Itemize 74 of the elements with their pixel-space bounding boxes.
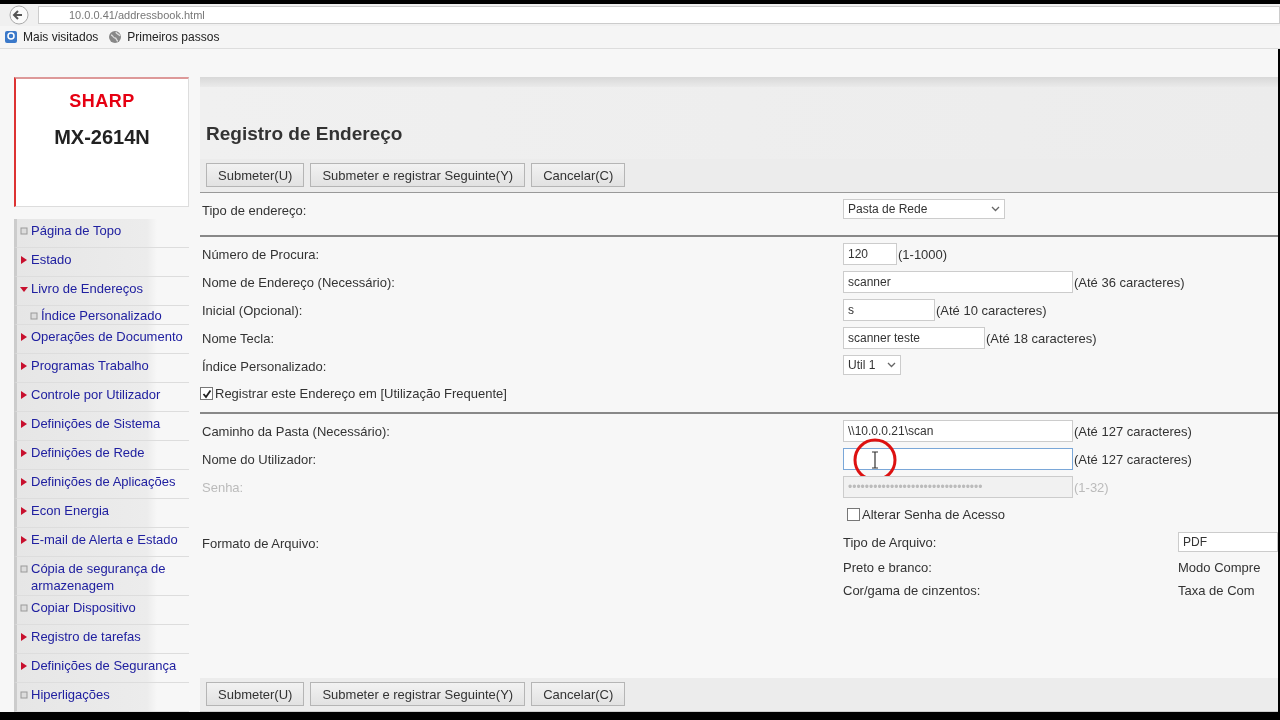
sidebar-item[interactable]: Livro de Endereços — [14, 277, 189, 307]
sidebar-item[interactable]: Página de Topo — [14, 219, 189, 249]
field-label: Nome Tecla: — [201, 330, 275, 348]
bookmark-icon — [4, 30, 18, 44]
field-hint: (Até 127 caracteres) — [1074, 451, 1192, 467]
field-label: Preto e branco: — [843, 560, 933, 575]
address-bar[interactable]: 10.0.0.41/addressbook.html — [38, 6, 1280, 24]
field-label: Inicial (Opcional): — [201, 302, 304, 320]
sidebar-item[interactable]: Programas Trabalho — [14, 354, 189, 384]
input-field[interactable]: 120 — [843, 243, 897, 265]
sidebar-item[interactable]: Definições de Sistema — [14, 412, 189, 442]
field-label: Caminho da Pasta (Necessário): — [201, 423, 391, 441]
field-label: Nome de Endereço (Necessário): — [201, 274, 396, 292]
bookmark-link[interactable]: Primeiros passos — [108, 30, 220, 44]
dropdown[interactable]: Pasta de Rede — [843, 199, 1005, 219]
back-button[interactable] — [8, 5, 30, 25]
sidebar-item[interactable]: Operações de Documento — [14, 325, 189, 355]
sidebar-item[interactable]: Definições de Rede — [14, 441, 189, 471]
globe-icon — [108, 30, 123, 44]
input-field[interactable]: scanner — [843, 271, 1073, 293]
input-field[interactable] — [843, 448, 1073, 470]
field-label: Índice Personalizado: — [201, 358, 328, 376]
field-label: Tipo de Arquivo: — [843, 534, 938, 550]
checkbox[interactable] — [847, 508, 860, 521]
sidebar-item[interactable]: Definições de Segurança — [14, 654, 189, 683]
checkbox[interactable] — [200, 387, 213, 400]
page-title: Registro de Endereço — [206, 123, 404, 145]
brand-logo: SHARP — [69, 91, 135, 112]
bookmark-link[interactable]: Mais visitados — [4, 30, 99, 44]
dropdown[interactable]: PDF — [1178, 532, 1278, 552]
field-hint: (Até 127 caracteres) — [1074, 423, 1192, 439]
sidebar-item[interactable]: Cópia de segurança de armazenagem — [14, 557, 189, 596]
square-bullet-icon — [20, 691, 28, 699]
checkbox-label: Registrar este Endereço em [Utilização Frequente] — [215, 386, 507, 401]
input-field[interactable]: scanner teste — [843, 327, 985, 349]
square-bullet-icon — [20, 227, 28, 236]
dropdown[interactable]: Util 1 — [843, 355, 901, 375]
form-button[interactable]: Cancelar(C) — [531, 682, 626, 706]
input-field[interactable]: \\10.0.0.21\scan — [843, 420, 1073, 442]
form-button[interactable]: Submeter e registrar Seguinte(Y) — [310, 682, 526, 706]
field-label: Senha: — [201, 479, 245, 497]
sidebar-item[interactable]: Copiar Dispositivo — [14, 596, 189, 625]
chevron-down-icon — [887, 362, 896, 368]
field-label: Nome do Utilizador: — [201, 451, 318, 469]
field-hint: (Até 10 caracteres) — [936, 302, 1047, 318]
field-label: Número de Procura: — [201, 246, 321, 264]
field-label: Formato de Arquivo: — [201, 535, 321, 553]
sidebar-item[interactable]: Índice Personalizado — [14, 306, 189, 326]
field-label: Tipo de endereço: — [201, 202, 308, 220]
form-button[interactable]: Submeter e registrar Seguinte(Y) — [310, 163, 526, 187]
form-button[interactable]: Submeter(U) — [206, 682, 305, 706]
chevron-down-icon — [991, 206, 1000, 212]
sidebar-item[interactable]: E-mail de Alerta e Estado — [14, 528, 189, 558]
field-hint: (1-32) — [1074, 479, 1109, 495]
model-name: MX-2614N — [54, 126, 150, 149]
square-bullet-icon — [30, 312, 38, 321]
field-value: Taxa de Com — [1178, 583, 1256, 598]
sidebar-item[interactable]: Hiperligações — [14, 683, 189, 712]
field-label: Cor/gama de cinzentos: — [843, 583, 982, 598]
field-value: Modo Compre — [1178, 560, 1262, 575]
sidebar-item[interactable]: Controle por Utilizador — [14, 383, 189, 413]
field-hint: (Até 36 caracteres) — [1074, 274, 1185, 290]
sidebar-item[interactable]: Definições de Aplicações — [14, 470, 189, 500]
field-hint: (Até 18 caracteres) — [986, 330, 1097, 346]
field-hint: (1-1000) — [898, 246, 948, 262]
input-field[interactable]: s — [843, 299, 935, 321]
sidebar-item[interactable]: Econ Energia — [14, 499, 189, 529]
checkbox-label: Alterar Senha de Acesso — [862, 507, 1006, 522]
square-bullet-icon — [20, 565, 28, 574]
form-button[interactable]: Cancelar(C) — [531, 163, 626, 187]
square-bullet-icon — [20, 604, 28, 612]
sidebar-item[interactable]: Registro de tarefas — [14, 625, 189, 654]
form-button[interactable]: Submeter(U) — [206, 163, 305, 187]
sidebar-item[interactable]: Estado — [14, 248, 189, 278]
